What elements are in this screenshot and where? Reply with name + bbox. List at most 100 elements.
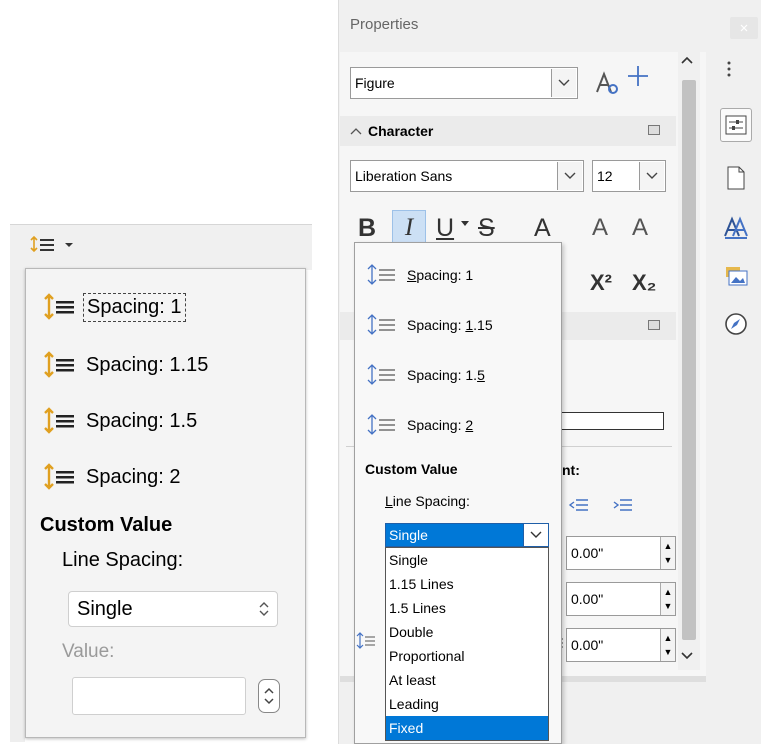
line-spacing-icon (42, 292, 86, 322)
win-spacing-1-5-label: Spacing: 1.5 (407, 367, 485, 383)
option-1-5-lines[interactable]: 1.5 Lines (386, 596, 548, 620)
underline-button[interactable]: U (436, 214, 454, 243)
value-spin-button[interactable] (258, 679, 280, 713)
properties-deck-icon[interactable] (720, 108, 752, 142)
value-label: Value: (62, 641, 115, 662)
line-spacing-toolbar-button[interactable] (24, 230, 82, 262)
indent-before-value: 0.00" (571, 545, 604, 561)
win-spacing-2-label: Spacing: 2 (407, 417, 474, 433)
chevron-down-icon (557, 162, 582, 190)
win-spacing-1-item[interactable]: Spacing: 1 (361, 255, 557, 295)
first-line-indent-value: 0.00" (571, 637, 604, 653)
strikethrough-button[interactable]: S (478, 214, 495, 243)
update-style-icon[interactable] (594, 70, 620, 96)
subscript-button[interactable]: X₂ (632, 270, 656, 296)
superscript-button[interactable]: X² (590, 270, 612, 296)
line-spacing-combo-value: Single (77, 597, 133, 620)
page-deck-icon[interactable] (720, 162, 752, 194)
spacing-2-item[interactable]: Spacing: 2 (38, 455, 298, 499)
chevron-down-icon (639, 162, 664, 190)
styles-deck-icon[interactable] (720, 212, 752, 244)
font-size-combo[interactable]: 12 (592, 160, 666, 192)
spacing-2-label: Spacing: 2 (86, 465, 181, 488)
decrease-indent-icon[interactable] (568, 496, 590, 514)
scrollbar-thumb[interactable] (682, 80, 696, 640)
line-spacing-small-icon[interactable] (355, 631, 377, 651)
more-options-icon[interactable] (726, 60, 732, 78)
italic-button[interactable]: I (392, 210, 426, 244)
chevron-down-icon[interactable] (523, 524, 548, 546)
indent-after-field[interactable]: 0.00" ▲ ▼ (566, 582, 676, 616)
font-name-value: Liberation Sans (355, 168, 453, 184)
bold-button[interactable]: B (358, 214, 376, 243)
character-section-header[interactable]: Character (340, 116, 676, 146)
increase-font-size-button[interactable]: A (592, 214, 608, 242)
win-custom-value-heading: Custom Value (365, 461, 458, 477)
spacing-1-item[interactable]: Spacing: 1 (38, 285, 298, 329)
scroll-down-icon[interactable] (680, 650, 694, 660)
underline-dropdown-icon[interactable] (460, 220, 470, 228)
win-line-spacing-label: Line Spacing: (385, 493, 470, 509)
paragraph-style-value: Figure (355, 75, 395, 91)
value-input[interactable] (72, 677, 246, 715)
font-name-combo[interactable]: Liberation Sans (350, 160, 584, 192)
win-spacing-1-5-item[interactable]: Spacing: 1.5 (361, 355, 557, 395)
option-single[interactable]: Single (386, 548, 548, 572)
line-spacing-options-list: Single 1.15 Lines 1.5 Lines Double Propo… (385, 547, 549, 741)
custom-value-heading: Custom Value (40, 514, 173, 536)
line-spacing-icon (365, 313, 407, 337)
win-spacing-2-item[interactable]: Spacing: 2 (361, 405, 557, 445)
line-spacing-popup-windows: Spacing: 1 Spacing: 1.15 Spacing: 1.5 Sp… (354, 242, 562, 744)
paragraph-more-options-icon[interactable] (648, 320, 660, 330)
gallery-deck-icon[interactable] (720, 260, 752, 292)
line-spacing-icon (365, 263, 407, 287)
shadow-button[interactable]: A (534, 214, 551, 243)
decrease-font-size-button[interactable]: A (632, 214, 648, 242)
paragraph-color-box[interactable] (560, 412, 664, 430)
win-line-spacing-combo[interactable]: Single (385, 523, 549, 547)
option-fixed[interactable]: Fixed (386, 716, 548, 740)
new-style-icon[interactable] (626, 64, 650, 88)
line-spacing-icon (42, 406, 86, 436)
option-leading[interactable]: Leading (386, 692, 548, 716)
spin-arrows-icon[interactable]: ▲ ▼ (660, 583, 675, 615)
win-spacing-1-15-item[interactable]: Spacing: 1.15 (361, 305, 557, 345)
left-sidebar-edge (10, 270, 25, 742)
first-line-indent-field[interactable]: 0.00" ▲ ▼ (566, 628, 676, 662)
font-size-value: 12 (597, 168, 613, 184)
character-more-options-icon[interactable] (648, 125, 660, 135)
spin-arrows-icon[interactable]: ▲ ▼ (660, 537, 675, 569)
scroll-up-icon[interactable] (680, 55, 694, 65)
spacing-1-label: Spacing: 1 (83, 292, 186, 322)
paragraph-style-combo[interactable]: Figure (350, 67, 578, 99)
chevron-up-icon (350, 127, 362, 135)
option-1-15-lines[interactable]: 1.15 Lines (386, 572, 548, 596)
option-proportional[interactable]: Proportional (386, 644, 548, 668)
up-down-arrows-icon (257, 598, 271, 620)
close-button[interactable] (730, 17, 758, 39)
navigator-deck-icon[interactable] (720, 308, 752, 340)
spacing-1-5-label: Spacing: 1.5 (86, 409, 198, 432)
line-spacing-icon (365, 363, 407, 387)
line-spacing-icon (42, 350, 86, 380)
spacing-1-15-label: Spacing: 1.15 (86, 353, 209, 376)
spacing-1-5-item[interactable]: Spacing: 1.5 (38, 399, 298, 443)
indent-label: nt: (562, 462, 580, 478)
win-line-spacing-selected: Single (389, 527, 428, 543)
indent-after-value: 0.00" (571, 591, 604, 607)
line-spacing-icon (42, 462, 86, 492)
spacing-1-15-item[interactable]: Spacing: 1.15 (38, 343, 298, 387)
character-header-label: Character (368, 123, 434, 139)
indent-before-field[interactable]: 0.00" ▲ ▼ (566, 536, 676, 570)
chevron-down-icon (551, 69, 576, 97)
win-spacing-1-label: Spacing: 1 (407, 267, 474, 283)
properties-title: Properties (350, 16, 419, 33)
increase-indent-icon[interactable] (612, 496, 634, 514)
spin-arrows-icon[interactable]: ▲ ▼ (660, 629, 675, 661)
line-spacing-popup-gtk: Spacing: 1 Spacing: 1.15 Spacing: 1.5 Sp… (25, 268, 306, 738)
line-spacing-label: Line Spacing: (62, 549, 184, 571)
option-at-least[interactable]: At least (386, 668, 548, 692)
option-double[interactable]: Double (386, 620, 548, 644)
line-spacing-combo[interactable]: Single (68, 591, 278, 627)
line-spacing-icon (365, 413, 407, 437)
